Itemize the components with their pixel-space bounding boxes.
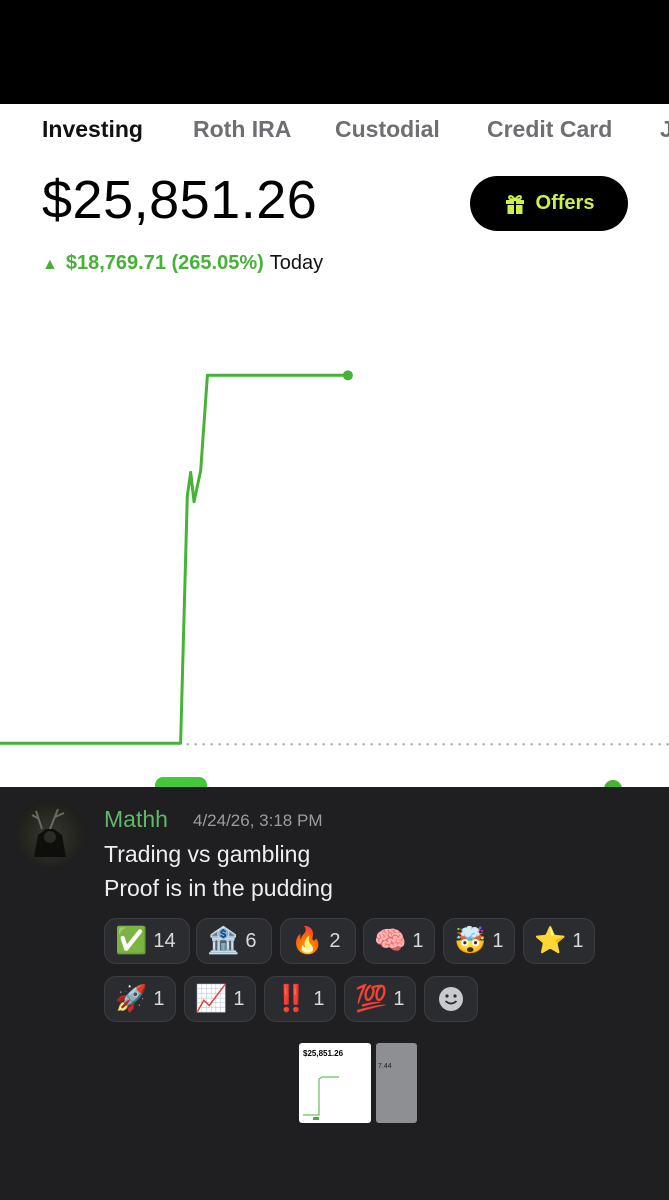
reaction-count: 1 <box>572 929 584 952</box>
reaction-count: 1 <box>313 987 325 1010</box>
tab-credit-card[interactable]: Credit Card <box>487 114 612 144</box>
change-period: Today <box>269 252 324 274</box>
smiley-icon <box>439 987 463 1011</box>
offers-label: Offers <box>535 192 595 214</box>
mind-blown-icon: 🤯 <box>454 926 487 956</box>
tab-roth-ira[interactable]: Roth IRA <box>193 114 291 144</box>
bank-icon: 🏦 <box>207 926 240 956</box>
chart-up-icon: 📈 <box>195 984 228 1014</box>
star-icon: ⭐ <box>534 926 567 956</box>
thumbnail-fragment: 7.44 <box>378 1063 392 1070</box>
reaction-count: 1 <box>412 929 424 952</box>
gift-icon <box>505 194 524 214</box>
portfolio-line-chart[interactable] <box>0 284 669 788</box>
account-tabs: Investing Roth IRA Custodial Credit Card… <box>0 114 669 154</box>
reaction-double-exclamation[interactable]: ‼️ 1 <box>264 976 336 1022</box>
reaction-count: 1 <box>492 929 504 952</box>
tab-investing[interactable]: Investing <box>42 114 143 144</box>
reaction-count: 1 <box>393 987 405 1010</box>
tab-custodial[interactable]: Custodial <box>335 114 440 144</box>
hundred-icon: 💯 <box>355 984 388 1014</box>
portfolio-balance: $25,851.26 <box>42 170 318 230</box>
reaction-count: 1 <box>233 987 245 1010</box>
reaction-brain[interactable]: 🧠 1 <box>363 918 435 964</box>
avatar[interactable] <box>16 799 84 867</box>
thumbnail-mini-chart <box>303 1076 339 1120</box>
reaction-rocket[interactable]: 🚀 1 <box>104 976 176 1022</box>
message-line-1: Trading vs gambling <box>104 841 311 867</box>
reaction-count: 14 <box>153 929 176 952</box>
attachment-thumbnail-2[interactable]: 7.44 <box>376 1043 417 1123</box>
change-amount: $18,769.71 (265.05%) <box>65 252 264 274</box>
daily-change: ▲ $18,769.71 (265.05%) Today <box>42 250 323 278</box>
reaction-star[interactable]: ⭐ 1 <box>523 918 595 964</box>
offers-button[interactable]: Offers <box>470 176 628 231</box>
double-exclamation-icon: ‼️ <box>275 984 308 1014</box>
brain-icon: 🧠 <box>374 926 407 956</box>
up-arrow-icon: ▲ <box>42 256 58 273</box>
reaction-count: 1 <box>153 987 165 1010</box>
check-mark-icon: ✅ <box>115 926 148 956</box>
reaction-chart-up[interactable]: 📈 1 <box>184 976 256 1022</box>
add-reaction-button[interactable] <box>424 976 478 1022</box>
attachment-thumbnail-1[interactable]: $25,851.26 <box>299 1043 371 1123</box>
current-price-dot <box>342 370 353 381</box>
reaction-count: 2 <box>329 929 341 952</box>
message-line-2: Proof is in the pudding <box>104 875 333 901</box>
reaction-fire[interactable]: 🔥 2 <box>280 918 356 964</box>
brokerage-app: Investing Roth IRA Custodial Credit Card… <box>0 104 669 788</box>
price-series-line <box>0 373 348 745</box>
message-username[interactable]: Mathh <box>104 805 168 833</box>
reaction-bank[interactable]: 🏦 6 <box>196 918 272 964</box>
rocket-icon: 🚀 <box>115 984 148 1014</box>
chat-message-overlay: Mathh 4/24/26, 3:18 PM Trading vs gambli… <box>0 787 669 1200</box>
message-timestamp: 4/24/26, 3:18 PM <box>193 811 323 830</box>
tab-partial[interactable]: J <box>660 114 669 144</box>
reaction-check[interactable]: ✅ 14 <box>104 918 190 964</box>
reaction-hundred[interactable]: 💯 1 <box>344 976 416 1022</box>
reaction-mind-blown[interactable]: 🤯 1 <box>443 918 515 964</box>
status-bar-area <box>0 0 669 104</box>
deer-avatar-icon <box>31 808 66 857</box>
reaction-count: 6 <box>245 929 257 952</box>
fire-icon: 🔥 <box>291 926 324 956</box>
